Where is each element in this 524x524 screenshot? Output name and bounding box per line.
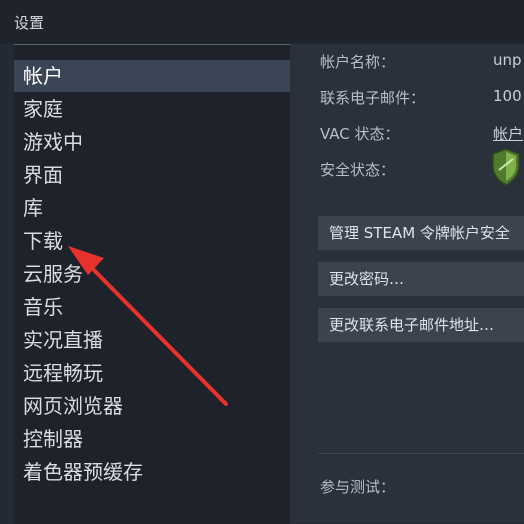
change-password-button[interactable]: 更改密码… (318, 262, 524, 296)
vac-status-label: VAC 状态： (320, 125, 400, 143)
contact-email-label: 联系电子邮件： (320, 89, 426, 107)
vac-status-link[interactable]: 帐户 (493, 123, 523, 144)
sidebar-item-interface[interactable]: 界面 (14, 159, 290, 191)
change-email-button[interactable]: 更改联系电子邮件地址… (318, 308, 524, 342)
account-name-label: 帐户名称： (320, 53, 396, 71)
settings-sidebar: 帐户 家庭 游戏中 界面 库 下载 云服务 音乐 实况直播 远程畅玩 网页浏览器… (14, 44, 290, 524)
security-status-label: 安全状态： (320, 161, 396, 179)
shield-icon (491, 148, 521, 186)
account-name-value: unp (493, 51, 522, 69)
section-divider (318, 453, 524, 454)
sidebar-item-downloads[interactable]: 下载 (14, 225, 290, 257)
sidebar-item-controller[interactable]: 控制器 (14, 423, 290, 455)
sidebar-item-cloud[interactable]: 云服务 (14, 258, 290, 290)
sidebar-item-broadcasting[interactable]: 实况直播 (14, 324, 290, 356)
sidebar-item-shader-precache[interactable]: 着色器预缓存 (14, 456, 290, 488)
window-title: 设置 (14, 14, 45, 32)
title-bar: 设置 (0, 0, 524, 44)
sidebar-item-in-game[interactable]: 游戏中 (14, 126, 290, 158)
contact-email-value: 100 (493, 87, 522, 105)
sidebar-item-family[interactable]: 家庭 (14, 93, 290, 125)
sidebar-item-music[interactable]: 音乐 (14, 291, 290, 323)
beta-participation-label: 参与测试： (320, 478, 396, 496)
sidebar-item-account[interactable]: 帐户 (14, 60, 290, 92)
sidebar-item-library[interactable]: 库 (14, 192, 290, 224)
manage-steam-guard-button[interactable]: 管理 STEAM 令牌帐户安全 (318, 216, 524, 250)
account-panel: 帐户名称： unp 联系电子邮件： 100 VAC 状态： 帐户 安全状态： 管… (290, 44, 524, 523)
sidebar-item-remote-play[interactable]: 远程畅玩 (14, 357, 290, 389)
sidebar-item-web-browser[interactable]: 网页浏览器 (14, 390, 290, 422)
